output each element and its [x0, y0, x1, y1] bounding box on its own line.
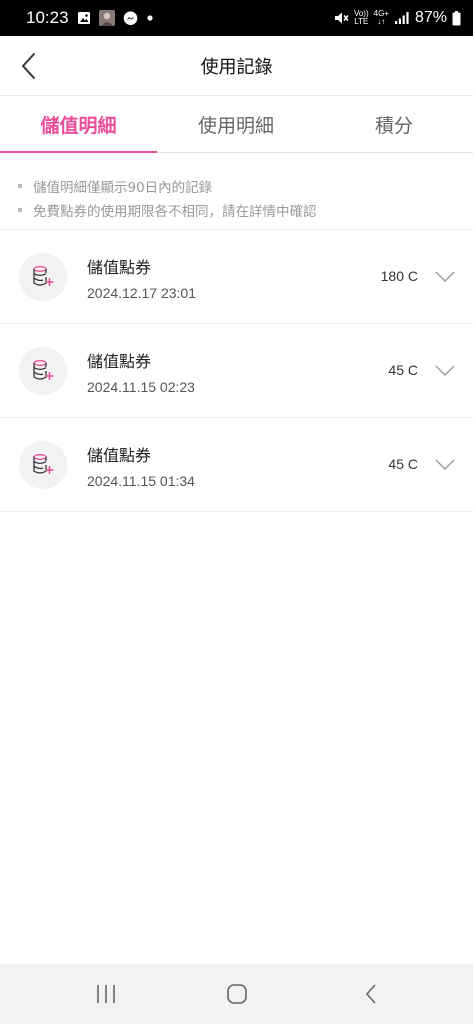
chevron-down-icon[interactable]	[434, 456, 456, 472]
coin-stack-add-icon	[19, 253, 67, 301]
tab-bar: 儲值明細 使用明細 積分	[0, 96, 473, 153]
bullet-icon	[18, 208, 22, 212]
record-list: 儲值點券 2024.12.17 23:01 180 C 儲值點券 2024.11…	[0, 230, 473, 512]
gallery-icon	[77, 11, 91, 25]
record-title: 儲值點券	[87, 446, 152, 465]
chevron-down-icon[interactable]	[434, 268, 456, 284]
tab-label: 儲值明細	[40, 114, 117, 137]
signal-icon	[394, 11, 410, 25]
home-button[interactable]	[222, 982, 252, 1006]
record-title: 儲值點券	[87, 258, 152, 277]
tab-label: 積分	[374, 114, 413, 137]
record-amount: 45 C	[388, 456, 418, 472]
notice-text: 免費點券的使用期限各不相同，請在詳情中確認	[33, 204, 317, 220]
record-date: 2024.12.17 23:01	[87, 285, 196, 301]
notice-text: 儲值明細僅顯示90日內的記錄	[33, 180, 213, 196]
tab-topup-details[interactable]: 儲值明細	[0, 96, 157, 153]
record-row[interactable]: 儲值點券 2024.11.15 02:23 45 C	[0, 324, 473, 418]
system-nav-bar	[0, 964, 473, 1024]
recent-apps-icon	[97, 985, 115, 1003]
dot-icon	[146, 14, 154, 22]
volte-indicator: Vo)) LTE	[353, 9, 369, 26]
status-bar: 10:23 Vo)) LTE 4G+ ↓↑ 87%	[0, 0, 473, 36]
coin-stack-add-icon	[19, 347, 67, 395]
tab-points[interactable]: 積分	[315, 96, 473, 152]
status-time: 10:23	[26, 8, 69, 27]
notice-item: 免費點券的使用期限各不相同，請在詳情中確認	[18, 198, 473, 222]
recent-apps-button[interactable]	[91, 982, 121, 1006]
record-amount: 180 C	[380, 268, 418, 284]
system-back-button[interactable]	[356, 982, 386, 1006]
back-arrow-icon	[22, 53, 35, 79]
tab-usage-details[interactable]: 使用明細	[157, 96, 315, 152]
chevron-down-icon[interactable]	[434, 362, 456, 378]
record-date: 2024.11.15 01:34	[87, 473, 195, 489]
network-indicator: 4G+ ↓↑	[373, 9, 389, 26]
record-date: 2024.11.15 02:23	[87, 379, 195, 395]
tab-label: 使用明細	[197, 114, 274, 137]
mute-icon	[333, 10, 349, 26]
battery-icon	[452, 10, 461, 26]
app-header: 使用記錄	[0, 36, 473, 96]
coin-stack-add-icon	[19, 441, 67, 489]
page-title: 使用記錄	[200, 56, 273, 78]
messenger-icon	[123, 10, 138, 26]
record-title: 儲值點券	[87, 352, 152, 371]
record-amount: 45 C	[388, 362, 418, 378]
notice-section: 儲值明細僅顯示90日內的記錄 免費點券的使用期限各不相同，請在詳情中確認	[0, 153, 473, 230]
record-row[interactable]: 儲值點券 2024.11.15 01:34 45 C	[0, 418, 473, 512]
record-row[interactable]: 儲值點券 2024.12.17 23:01 180 C	[0, 230, 473, 324]
avatar-icon	[98, 10, 115, 26]
bullet-icon	[18, 184, 22, 188]
system-back-icon	[365, 984, 376, 1004]
home-icon	[227, 984, 247, 1004]
notice-item: 儲值明細僅顯示90日內的記錄	[18, 174, 473, 198]
battery-percent: 87%	[414, 9, 447, 26]
back-button[interactable]	[14, 50, 44, 82]
